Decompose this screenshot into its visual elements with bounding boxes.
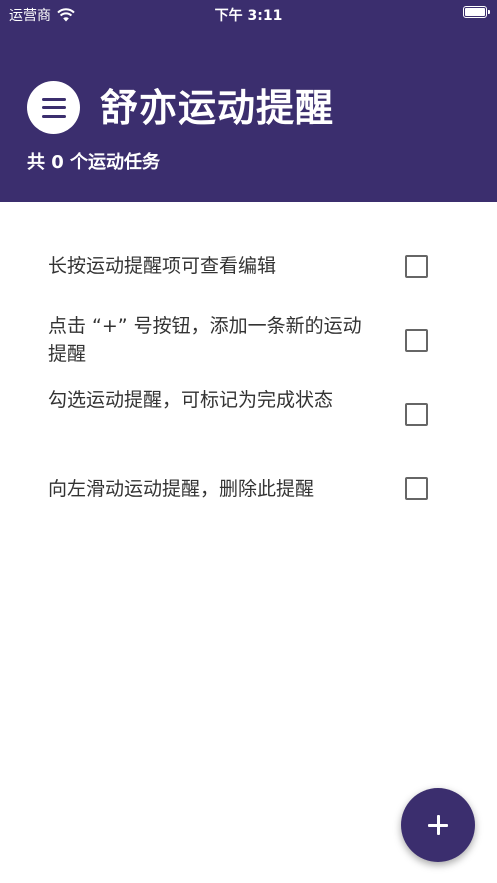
app-header: 运营商 下午 3:11 舒亦运动提醒 共 0 个运动任务: [0, 0, 497, 202]
task-checkbox[interactable]: [405, 255, 428, 278]
task-item[interactable]: 勾选运动提醒，可标记为完成状态: [0, 380, 497, 452]
battery-level: [465, 8, 485, 16]
task-item[interactable]: 点击 “+” 号按钮，添加一条新的运动提醒: [0, 306, 497, 378]
task-text: 向左滑动运动提醒，删除此提醒: [48, 478, 315, 500]
battery-icon: [463, 6, 490, 18]
task-text: 长按运动提醒项可查看编辑: [48, 255, 277, 277]
plus-icon: [428, 815, 448, 835]
task-item[interactable]: 长按运动提醒项可查看编辑: [0, 230, 497, 302]
task-text: 勾选运动提醒，可标记为完成状态: [48, 389, 334, 411]
task-text: 点击 “+” 号按钮，添加一条新的运动提醒: [48, 315, 362, 365]
add-task-button[interactable]: [401, 788, 475, 862]
menu-icon: [41, 97, 66, 118]
task-checkbox[interactable]: [405, 403, 428, 426]
menu-button[interactable]: [27, 81, 80, 134]
status-bar: 运营商 下午 3:11: [0, 0, 497, 28]
task-count-label: 共 0 个运动任务: [27, 152, 161, 173]
task-checkbox[interactable]: [405, 477, 428, 500]
task-item[interactable]: 向左滑动运动提醒，删除此提醒: [0, 460, 497, 532]
page-title: 舒亦运动提醒: [100, 86, 335, 130]
status-time: 下午 3:11: [214, 8, 283, 24]
task-checkbox[interactable]: [405, 329, 428, 352]
